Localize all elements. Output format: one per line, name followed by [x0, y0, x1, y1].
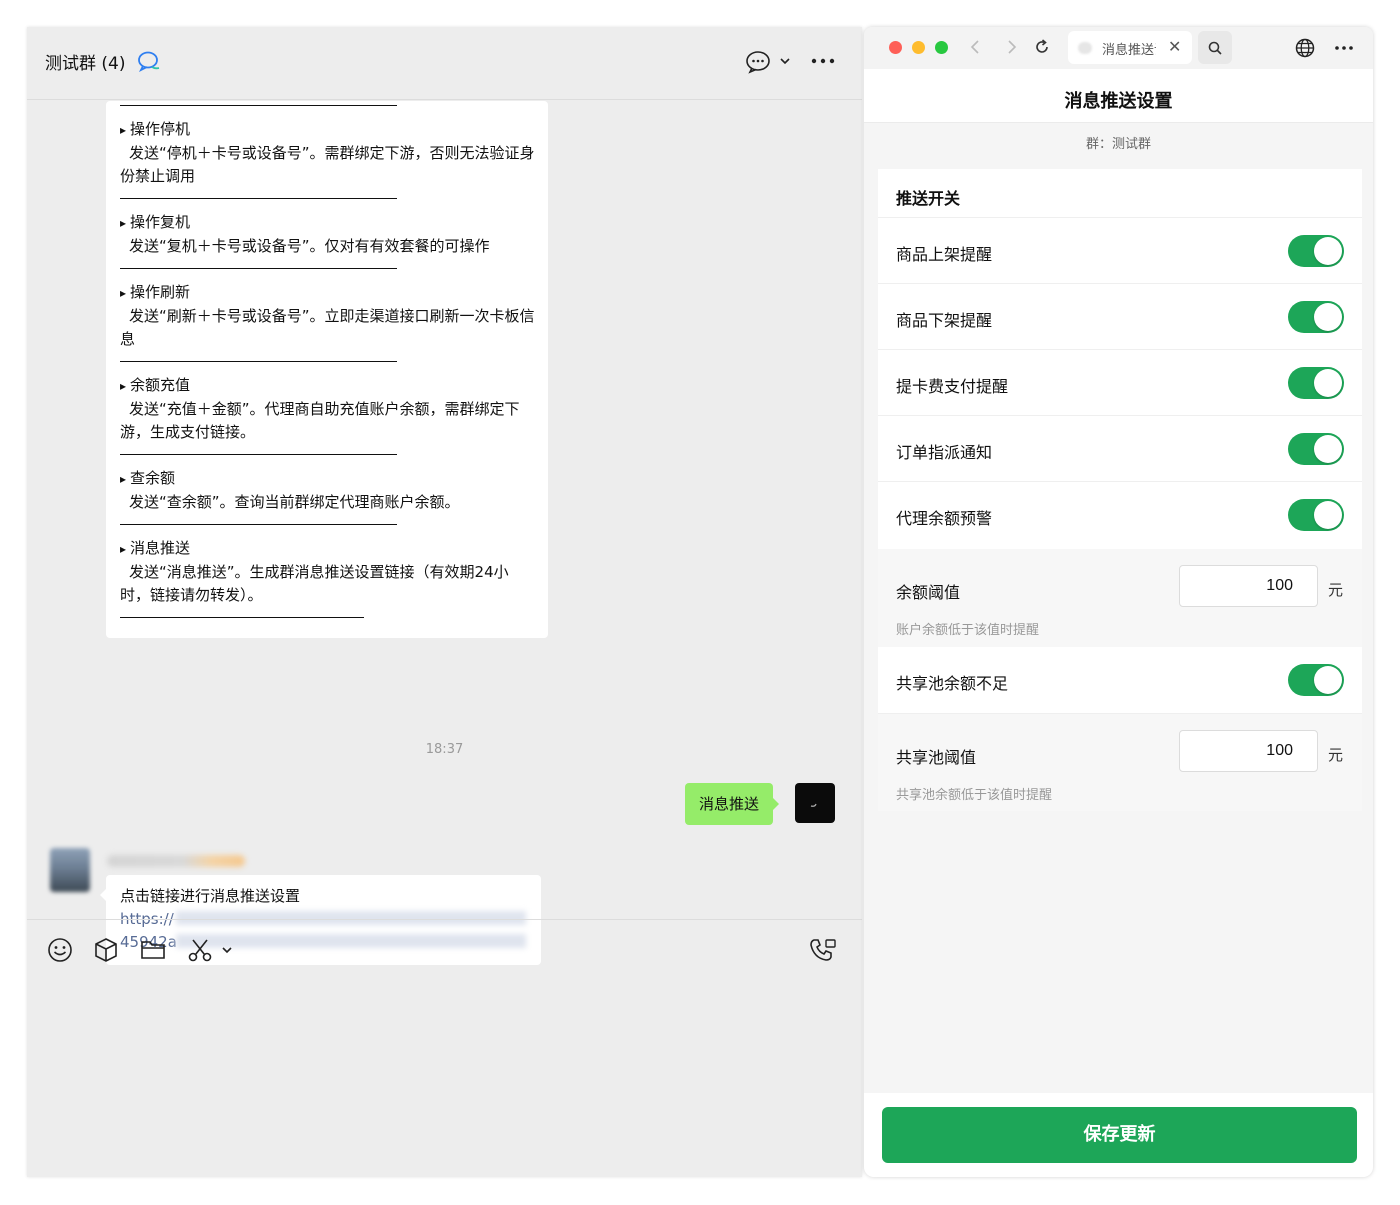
tab-title: 消息推送设置: [1102, 43, 1156, 58]
help-section-desc: 发送“查余额”。查询当前群绑定代理商账户余额。: [129, 493, 460, 511]
divider: [120, 361, 397, 362]
switch-row: 共享池余额不足: [878, 647, 1362, 713]
more-icon[interactable]: [811, 58, 835, 64]
help-section: 操作刷新 发送“刷新＋卡号或设备号”。立即走渠道接口刷新一次卡板信息: [120, 281, 538, 351]
browser-tab[interactable]: 消息推送设置 ✕: [1068, 31, 1192, 64]
reload-icon[interactable]: [1033, 38, 1051, 56]
pool-switch-card: 共享池余额不足: [878, 647, 1362, 713]
switch-row: 提卡费支付提醒: [878, 349, 1362, 415]
switch-label: 共享池余额不足: [896, 674, 1009, 693]
help-section: 操作复机 发送“复机＋卡号或设备号”。仅对有有效套餐的可操作: [120, 211, 538, 258]
forward-icon[interactable]: [1005, 38, 1019, 56]
help-section: 余额充值 发送“充值＋金额”。代理商自助充值账户余额，需群绑定下游，生成支付链接…: [120, 374, 538, 444]
tab-favicon: [1078, 42, 1092, 54]
divider: [120, 105, 397, 106]
pool-balance-toggle[interactable]: [1288, 664, 1344, 696]
help-section-desc: 发送“复机＋卡号或设备号”。仅对有有效套餐的可操作: [129, 237, 490, 255]
field-hint: 账户余额低于该值时提醒: [896, 623, 1040, 638]
section-title: 推送开关: [896, 189, 961, 208]
help-section-desc: 发送“充值＋金额”。代理商自助充值账户余额，需群绑定下游，生成支付链接。: [120, 400, 520, 441]
help-section-desc: 发送“消息推送”。生成群消息推送设置链接（有效期24小时，链接请勿转发）。: [120, 563, 509, 604]
group-chat-icon[interactable]: [137, 50, 161, 72]
help-section: 操作停机 发送“停机＋卡号或设备号”。需群绑定下游，否则无法验证身份禁止调用: [120, 118, 538, 188]
browser-window: 消息推送设置 ✕ 消息推送设置 群：测试群 推送开关 商品上架提醒 商品下: [864, 27, 1373, 1177]
chat-title: 测试群 (4): [45, 54, 126, 74]
minimize-window-button[interactable]: [912, 41, 925, 54]
help-section-heading: 操作刷新: [120, 281, 538, 305]
emoji-icon[interactable]: [47, 937, 73, 963]
sender-name-redacted: [107, 855, 245, 867]
balance-threshold-input[interactable]: [1179, 565, 1318, 607]
pool-threshold-row: 共享池阈值 元 共享池余额低于该值时提醒: [878, 713, 1362, 811]
divider: [120, 198, 397, 199]
sender-avatar[interactable]: [50, 848, 90, 892]
agent-balance-alert-toggle[interactable]: [1288, 499, 1344, 531]
browser-toolbar: 消息推送设置 ✕: [864, 27, 1373, 69]
chat-header: 测试群 (4): [27, 27, 862, 100]
chat-bubble-icon[interactable]: [745, 50, 771, 74]
search-icon: [1208, 41, 1222, 55]
switch-label: 订单指派通知: [896, 443, 993, 462]
balance-threshold-row: 余额阈值 元 账户余额低于该值时提醒: [878, 549, 1362, 647]
page-header: 消息推送设置: [864, 69, 1373, 123]
page-footer: 保存更新: [864, 1093, 1373, 1177]
divider: [120, 268, 397, 269]
divider: [120, 524, 397, 525]
switch-label: 代理余额预警: [896, 509, 993, 528]
message-timestamp: 18:37: [425, 742, 464, 757]
reply-text: 点击链接进行消息推送设置: [120, 887, 301, 905]
help-section-heading: 余额充值: [120, 374, 538, 398]
order-assign-toggle[interactable]: [1288, 433, 1344, 465]
chat-window: 测试群 (4) 操作停机 发送“停机＋卡号或设备号”。需群绑定下游，否则无法验证…: [27, 27, 862, 1177]
close-icon[interactable]: ✕: [1168, 37, 1181, 56]
help-section-heading: 操作复机: [120, 211, 538, 235]
help-section-heading: 操作停机: [120, 118, 538, 142]
close-window-button[interactable]: [889, 41, 902, 54]
push-switch-card: 推送开关 商品上架提醒 商品下架提醒 提卡费支付提醒 订单指派通知 代理余额预警: [878, 169, 1362, 549]
help-section: 查余额 发送“查余额”。查询当前群绑定代理商账户余额。: [120, 467, 538, 514]
globe-icon[interactable]: [1295, 38, 1315, 58]
help-section-heading: 消息推送: [120, 537, 538, 561]
help-section: 消息推送 发送“消息推送”。生成群消息推送设置链接（有效期24小时，链接请勿转发…: [120, 537, 538, 607]
field-label: 共享池阈值: [896, 748, 977, 767]
help-section-desc: 发送“停机＋卡号或设备号”。需群绑定下游，否则无法验证身份禁止调用: [120, 144, 535, 185]
back-icon[interactable]: [968, 38, 982, 56]
my-avatar[interactable]: [795, 783, 835, 823]
field-label: 余额阈值: [896, 583, 961, 602]
unit-label: 元: [1328, 581, 1344, 599]
folder-icon[interactable]: [140, 939, 166, 961]
divider: [120, 617, 364, 618]
group-label: 群：测试群: [1085, 137, 1151, 152]
bot-help-message: 操作停机 发送“停机＋卡号或设备号”。需群绑定下游，否则无法验证身份禁止调用 操…: [106, 101, 548, 638]
switch-row: 订单指派通知: [878, 415, 1362, 481]
scissors-icon[interactable]: [187, 937, 213, 963]
help-section-heading: 查余额: [120, 467, 538, 491]
card-fee-payment-toggle[interactable]: [1288, 367, 1344, 399]
page-title: 消息推送设置: [1064, 91, 1173, 112]
message-input-area[interactable]: [27, 919, 862, 1177]
cube-icon[interactable]: [94, 937, 118, 963]
save-button[interactable]: 保存更新: [882, 1107, 1357, 1163]
switch-row: 商品下架提醒: [878, 283, 1362, 349]
help-section-desc: 发送“刷新＋卡号或设备号”。立即走渠道接口刷新一次卡板信息: [120, 307, 535, 348]
chevron-down-icon[interactable]: [221, 946, 233, 954]
phone-icon[interactable]: [809, 937, 837, 963]
more-icon[interactable]: [1334, 45, 1354, 51]
pool-threshold-input[interactable]: [1179, 730, 1318, 772]
product-delisting-toggle[interactable]: [1288, 301, 1344, 333]
my-message-bubble[interactable]: 消息推送: [685, 783, 780, 825]
unit-label: 元: [1328, 746, 1344, 764]
search-button[interactable]: [1198, 31, 1232, 64]
chevron-down-icon[interactable]: [779, 57, 791, 65]
divider: [120, 454, 397, 455]
maximize-window-button[interactable]: [935, 41, 948, 54]
field-hint: 共享池余额低于该值时提醒: [896, 788, 1053, 803]
switch-row: 代理余额预警: [878, 481, 1362, 547]
switch-label: 商品下架提醒: [896, 311, 993, 330]
switch-row: 商品上架提醒: [878, 217, 1362, 283]
switch-label: 提卡费支付提醒: [896, 377, 1009, 396]
message-list[interactable]: 操作停机 发送“停机＋卡号或设备号”。需群绑定下游，否则无法验证身份禁止调用 操…: [27, 101, 862, 965]
switch-label: 商品上架提醒: [896, 245, 993, 264]
product-listing-toggle[interactable]: [1288, 235, 1344, 267]
